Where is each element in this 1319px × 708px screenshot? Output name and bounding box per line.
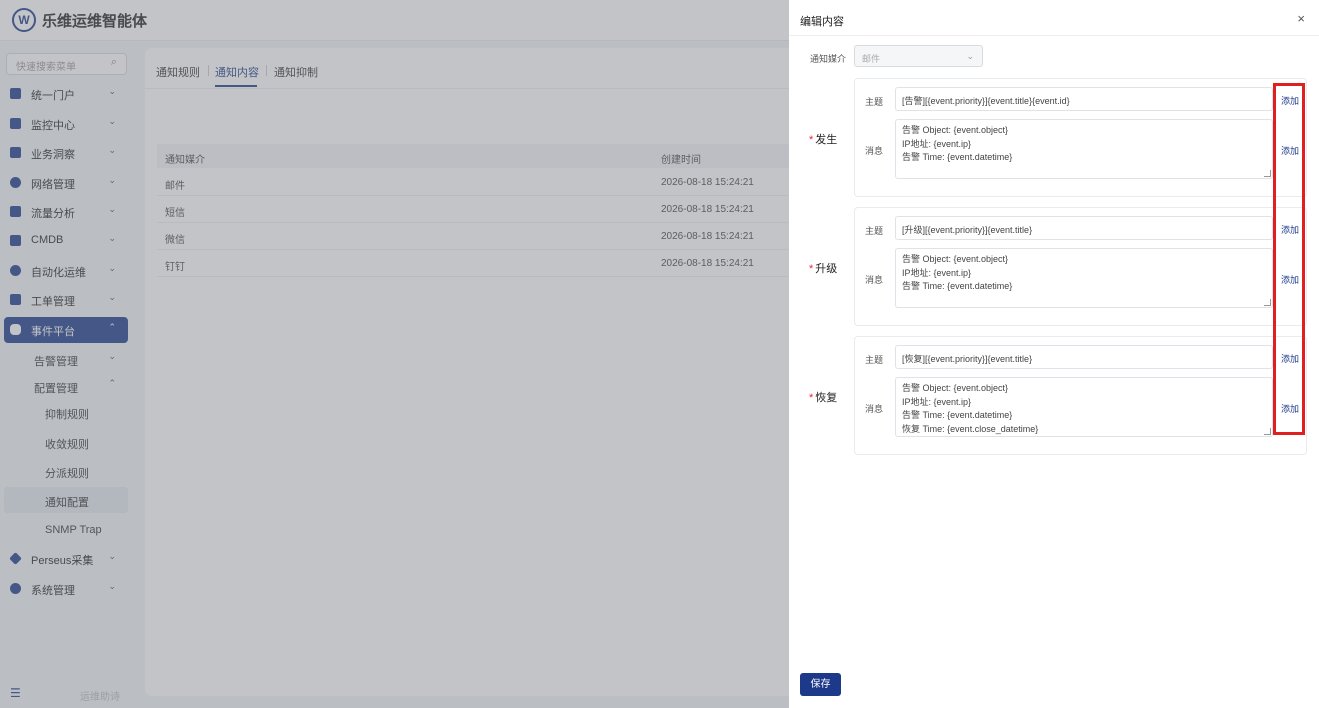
message-textarea[interactable]: 告警 Object: {event.object} IP地址: {event.i…: [895, 248, 1273, 308]
subject-input[interactable]: [恢复][{event.priority}]{event.title}: [895, 345, 1273, 369]
resize-handle-icon[interactable]: [1264, 299, 1271, 306]
message-label: 消息: [865, 404, 884, 414]
subject-input[interactable]: [升级][{event.priority}]{event.title}: [895, 216, 1273, 240]
message-line: 告警 Time: {event.datetime}: [902, 281, 1013, 291]
resize-handle-icon[interactable]: [1264, 428, 1271, 435]
save-button[interactable]: 保存: [800, 673, 841, 696]
message-line: 告警 Object: {event.object}: [902, 254, 1009, 264]
drawer-divider: [789, 35, 1319, 36]
section-label-upgrade: * 升级: [809, 260, 837, 276]
media-label: 通知媒介: [810, 54, 847, 64]
edit-content-drawer: 编辑内容 × 通知媒介 邮件 ⌄ * 发生 主题 [告警][{event.prio…: [789, 0, 1319, 708]
subject-input[interactable]: [告警][{event.priority}]{event.title}{even…: [895, 87, 1273, 111]
required-mark: *: [809, 263, 814, 275]
message-label: 消息: [865, 275, 884, 285]
subject-label: 主题: [865, 97, 884, 107]
message-line: 告警 Object: {event.object}: [902, 125, 1009, 135]
subject-label: 主题: [865, 355, 884, 365]
section-label-recover: * 恢复: [809, 389, 837, 405]
chevron-down-icon: ⌄: [966, 51, 974, 61]
section-label-occur: * 发生: [809, 131, 837, 147]
required-mark: *: [809, 134, 814, 146]
drawer-title: 编辑内容: [800, 16, 844, 28]
section-label-text: 升级: [815, 263, 838, 275]
message-textarea[interactable]: 告警 Object: {event.object} IP地址: {event.i…: [895, 119, 1273, 179]
message-line: IP地址: {event.ip}: [902, 396, 972, 407]
message-line: 告警 Time: {event.datetime}: [902, 152, 1013, 162]
message-label: 消息: [865, 146, 884, 156]
section-label-text: 发生: [815, 134, 838, 146]
section-recover: 主题 [恢复][{event.priority}]{event.title} 添…: [854, 336, 1307, 455]
section-upgrade: 主题 [升级][{event.priority}]{event.title} 添…: [854, 207, 1307, 326]
message-line: IP地址: {event.ip}: [902, 138, 972, 149]
resize-handle-icon[interactable]: [1264, 170, 1271, 177]
required-mark: *: [809, 392, 814, 404]
message-textarea[interactable]: 告警 Object: {event.object} IP地址: {event.i…: [895, 377, 1273, 437]
media-select-value: 邮件: [862, 54, 881, 64]
section-occur: 主题 [告警][{event.priority}]{event.title}{e…: [854, 78, 1307, 197]
section-label-text: 恢复: [815, 392, 838, 404]
message-line: 告警 Object: {event.object}: [902, 383, 1009, 393]
message-line: 恢复 Time: {event.close_datetime}: [902, 423, 1039, 434]
close-icon[interactable]: ×: [1297, 11, 1305, 26]
subject-label: 主题: [865, 226, 884, 236]
media-select[interactable]: 邮件 ⌄: [854, 45, 983, 67]
message-line: 告警 Time: {event.datetime}: [902, 410, 1013, 420]
modal-overlay[interactable]: [0, 0, 789, 708]
message-line: IP地址: {event.ip}: [902, 267, 972, 278]
highlight-box: [1273, 83, 1305, 435]
